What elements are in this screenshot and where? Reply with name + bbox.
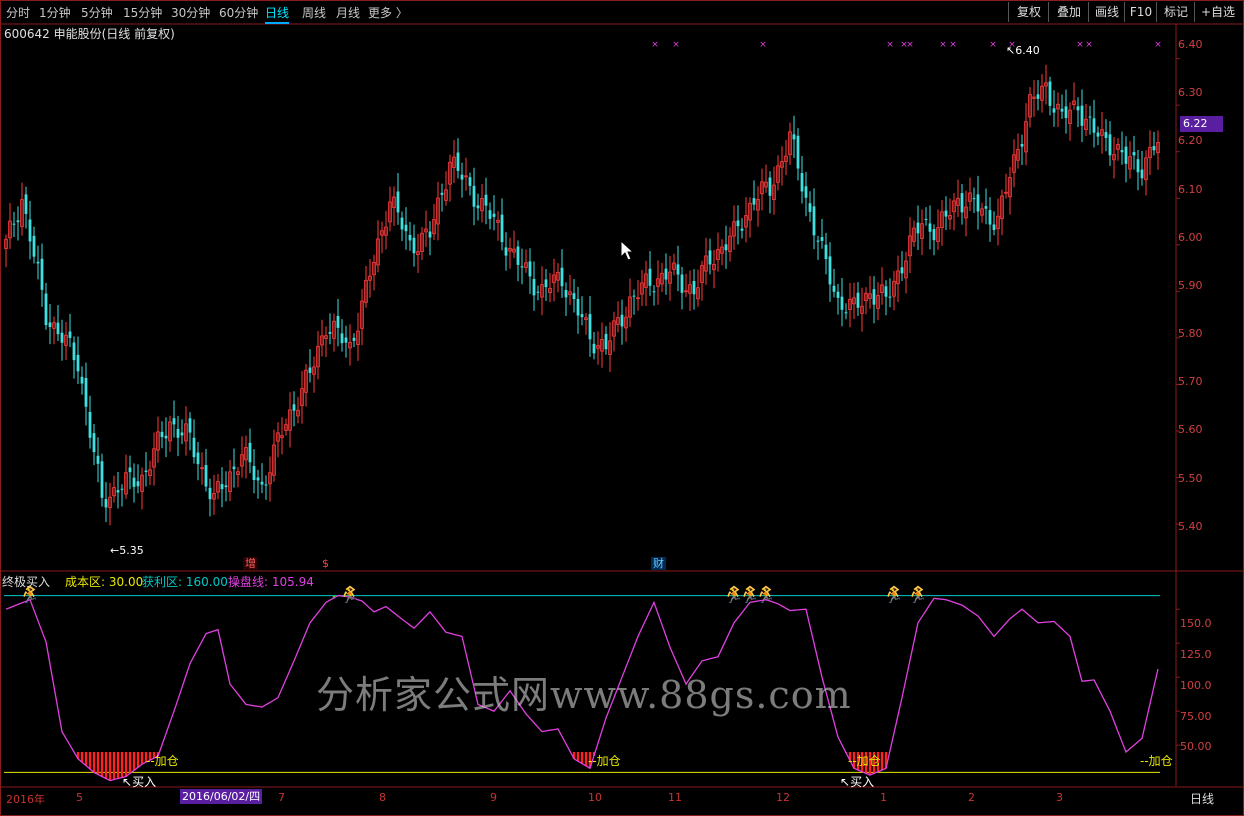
cost-zone-param: 成本区: 30.00 [65, 575, 144, 589]
date-tick: 10 [588, 791, 602, 804]
price-tick: 6.20 [1178, 134, 1203, 147]
high-price-label: ↖6.40 [1006, 44, 1040, 57]
date-tick: 7 [278, 791, 285, 804]
tab-60min[interactable]: 60分钟 [219, 4, 258, 21]
price-tick: 5.90 [1178, 279, 1203, 292]
date-tick: 2 [968, 791, 975, 804]
current-price-label: 6.22 [1180, 116, 1223, 132]
event-marker-zeng[interactable]: 增 [243, 557, 258, 570]
price-tick: 5.50 [1178, 472, 1203, 485]
period-toolbar: 分时 1分钟 5分钟 15分钟 30分钟 60分钟 日线 周线 月线 更多 〉 … [2, 2, 1241, 24]
buy-signal-label: ↖买入 [840, 775, 875, 789]
low-price-label: ←5.35 [110, 544, 144, 557]
adjust-button[interactable]: 复权 [1008, 2, 1049, 22]
indicator-tick: 75.00 [1180, 710, 1212, 723]
price-tick: 5.70 [1178, 375, 1203, 388]
indicator-tick: 100.0 [1180, 679, 1212, 692]
add-position-label: --加仓 [588, 754, 621, 768]
mark-button[interactable]: 标记 [1156, 2, 1195, 22]
watermark: 分析家公式网www.88gs.com [316, 673, 852, 717]
indicator-name: 终极买入 [2, 575, 51, 589]
trade-line-param: 操盘线: 105.94 [228, 575, 314, 589]
date-tick: 11 [668, 791, 682, 804]
tab-1min[interactable]: 1分钟 [39, 4, 71, 21]
add-position-label: --加仓 [1140, 754, 1173, 768]
event-marker-dividend[interactable]: $ [320, 557, 331, 570]
price-tick: 5.40 [1178, 520, 1203, 533]
tab-weekly[interactable]: 周线 [302, 4, 326, 21]
draw-line-button[interactable]: 画线 [1088, 2, 1125, 22]
date-tick: 2016年 [6, 793, 45, 806]
tab-30min[interactable]: 30分钟 [171, 4, 210, 21]
date-tick: 12 [776, 791, 790, 804]
stock-title: 600642 申能股份(日线 前复权) [4, 27, 175, 41]
event-marker-finance[interactable]: 财 [651, 557, 666, 570]
f10-button[interactable]: F10 [1124, 2, 1157, 22]
price-tick: 5.80 [1178, 327, 1203, 340]
indicator-tick: 50.00 [1180, 740, 1212, 753]
tab-15min[interactable]: 15分钟 [123, 4, 162, 21]
date-tick: 5 [76, 791, 83, 804]
price-tick: 5.60 [1178, 423, 1203, 436]
date-tick: 3 [1056, 791, 1063, 804]
buy-signal-label: ↖买入 [122, 775, 157, 789]
add-position-label: --加仓 [146, 754, 179, 768]
tab-5min[interactable]: 5分钟 [81, 4, 113, 21]
tab-monthly[interactable]: 月线 [336, 4, 360, 21]
add-position-label: --加仓 [848, 754, 881, 768]
tab-more[interactable]: 更多 〉 [368, 4, 408, 21]
add-watchlist-button[interactable]: +自选 [1194, 2, 1241, 22]
overlay-button[interactable]: 叠加 [1048, 2, 1089, 22]
indicator-tick: 125.0 [1180, 648, 1212, 661]
indicator-tick: 150.0 [1180, 617, 1212, 630]
period-indicator[interactable]: 日线 [1190, 790, 1214, 807]
tab-daily[interactable]: 日线 [265, 4, 290, 24]
date-tick: 1 [880, 791, 887, 804]
date-tick: 9 [490, 791, 497, 804]
price-tick: 6.30 [1178, 86, 1203, 99]
price-tick: 6.00 [1178, 231, 1203, 244]
profit-zone-param: 获利区: 160.00 [142, 575, 228, 589]
tab-fenshi[interactable]: 分时 [6, 4, 30, 21]
cursor-date: 2016/06/02/四 [180, 789, 263, 804]
date-tick: 8 [379, 791, 386, 804]
price-tick: 6.10 [1178, 183, 1203, 196]
mouse-cursor-icon [620, 240, 635, 261]
price-tick: 6.40 [1178, 38, 1203, 51]
